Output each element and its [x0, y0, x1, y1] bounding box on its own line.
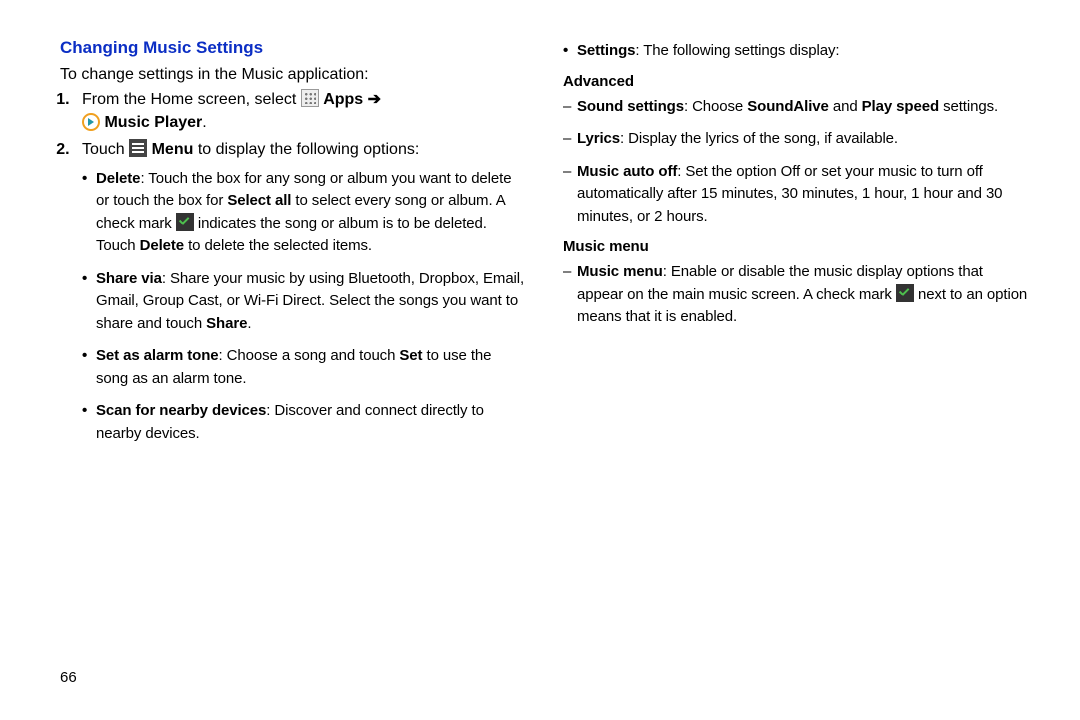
- music-menu-list: Music menu: Enable or disable the music …: [563, 261, 1030, 329]
- option-share-via: Share via: Share your music by using Blu…: [82, 268, 527, 336]
- play-speed-label: Play speed: [862, 98, 939, 115]
- advanced-heading: Advanced: [563, 73, 1030, 90]
- alarm-t1: : Choose a song and touch: [219, 347, 400, 364]
- sound-t2: and: [829, 98, 862, 115]
- option-delete: Delete: Touch the box for any song or al…: [82, 168, 527, 258]
- menu-icon: [129, 139, 147, 157]
- step1-pre: From the Home screen, select: [82, 91, 301, 108]
- lyrics-t1: : Display the lyrics of the song, if ava…: [620, 130, 898, 147]
- share-via-label: Share via: [96, 270, 162, 287]
- music-player-label: Music Player: [104, 114, 202, 131]
- lyrics-item: Lyrics: Display the lyrics of the song, …: [563, 128, 1030, 151]
- checkmark-icon: [896, 284, 914, 302]
- sound-settings-label: Sound settings: [577, 98, 684, 115]
- scan-label: Scan for nearby devices: [96, 402, 266, 419]
- option-scan-nearby: Scan for nearby devices: Discover and co…: [82, 400, 527, 445]
- step2-pre: Touch: [82, 141, 129, 158]
- right-column: Settings: The following settings display…: [563, 38, 1030, 720]
- steps-list: From the Home screen, select Apps ➔ Musi…: [74, 88, 527, 445]
- delete-label: Delete: [96, 170, 140, 187]
- settings-text: : The following settings display:: [635, 42, 839, 59]
- soundalive-label: SoundAlive: [747, 98, 829, 115]
- music-auto-off-item: Music auto off: Set the option Off or se…: [563, 161, 1030, 229]
- step-2: Touch Menu to display the following opti…: [74, 138, 527, 445]
- settings-label: Settings: [577, 42, 635, 59]
- left-column: Changing Music Settings To change settin…: [60, 38, 527, 720]
- set-action-label: Set: [399, 347, 422, 364]
- sound-settings-item: Sound settings: Choose SoundAlive and Pl…: [563, 96, 1030, 119]
- step2-post: to display the following options:: [198, 141, 419, 158]
- delete-action-label: Delete: [140, 237, 184, 254]
- options-list: Delete: Touch the box for any song or al…: [82, 168, 527, 446]
- advanced-list: Sound settings: Choose SoundAlive and Pl…: [563, 96, 1030, 229]
- arrow-icon: ➔: [368, 91, 381, 108]
- apps-label: Apps: [323, 91, 367, 108]
- apps-icon: [301, 89, 319, 107]
- share-t2: .: [247, 315, 251, 332]
- checkmark-icon: [176, 213, 194, 231]
- delete-t4: to delete the selected items.: [184, 237, 372, 254]
- step-1: From the Home screen, select Apps ➔ Musi…: [74, 88, 527, 134]
- sound-t3: settings.: [939, 98, 998, 115]
- music-menu-item: Music menu: Enable or disable the music …: [563, 261, 1030, 329]
- share-action-label: Share: [206, 315, 247, 332]
- lyrics-label: Lyrics: [577, 130, 620, 147]
- section-title: Changing Music Settings: [60, 38, 527, 58]
- music-player-icon: [82, 113, 100, 131]
- select-all-label: Select all: [227, 192, 291, 209]
- page-number: 66: [60, 669, 77, 686]
- settings-bullet: Settings: The following settings display…: [563, 40, 1030, 63]
- menu-label: Menu: [152, 141, 194, 158]
- step1-post: .: [202, 114, 206, 131]
- page: Changing Music Settings To change settin…: [0, 0, 1080, 720]
- intro-text: To change settings in the Music applicat…: [60, 66, 527, 84]
- music-auto-off-label: Music auto off: [577, 163, 677, 180]
- option-set-as-alarm-tone: Set as alarm tone: Choose a song and tou…: [82, 345, 527, 390]
- music-menu-label: Music menu: [577, 263, 663, 280]
- sound-t1: : Choose: [684, 98, 747, 115]
- alarm-label: Set as alarm tone: [96, 347, 219, 364]
- music-menu-heading: Music menu: [563, 238, 1030, 255]
- settings-line: Settings: The following settings display…: [563, 40, 1030, 63]
